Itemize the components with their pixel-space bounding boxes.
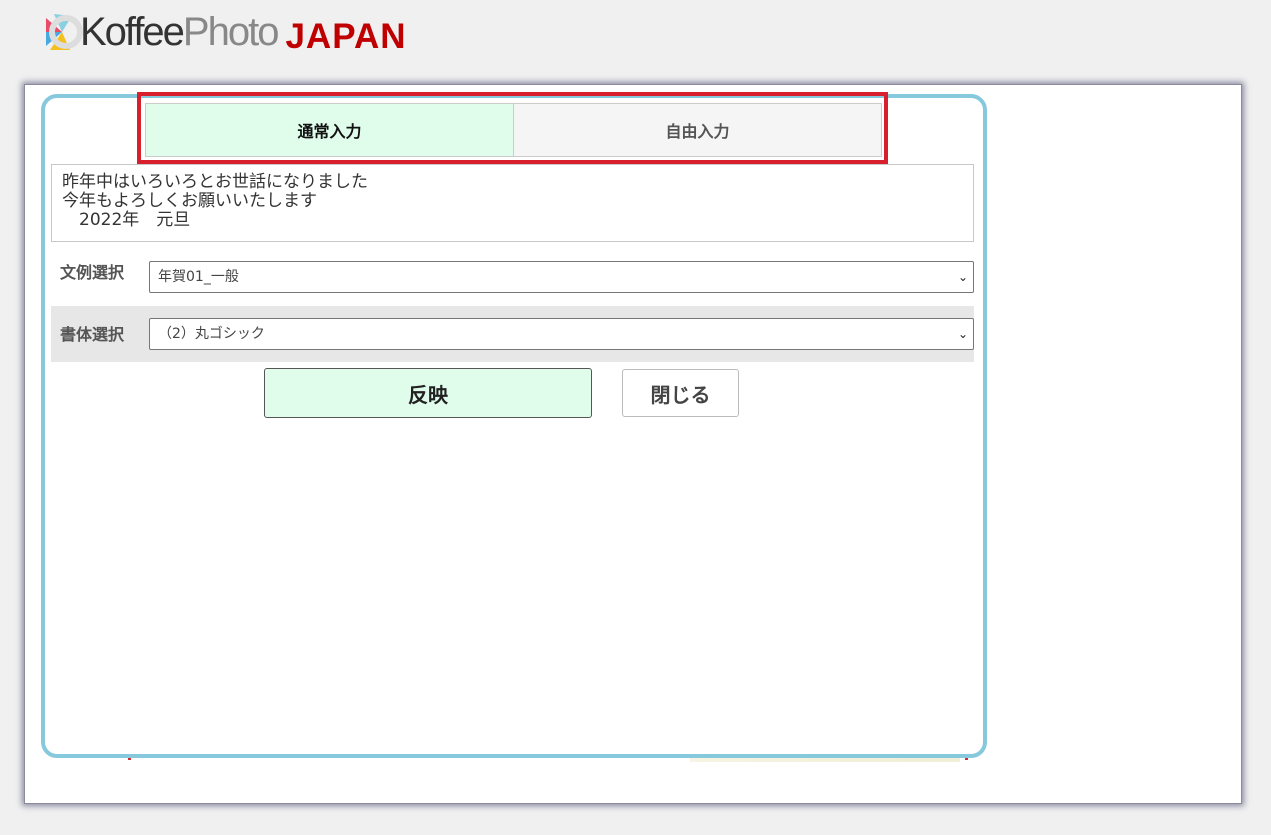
tab-free-input[interactable]: 自由入力 bbox=[513, 103, 882, 157]
chevron-down-icon: ⌄ bbox=[957, 270, 968, 284]
font-select-value: （2）丸ゴシック bbox=[158, 326, 265, 342]
logo-wordmark: KoffeePhoto bbox=[80, 9, 279, 54]
font-select-row: 書体選択 （2）丸ゴシック ⌄ bbox=[51, 306, 974, 362]
tab-normal-input[interactable]: 通常入力 bbox=[145, 103, 514, 157]
apply-button[interactable]: 反映 bbox=[264, 368, 592, 418]
template-select-row: 文例選択 年賀01_一般 ⌄ bbox=[51, 256, 974, 312]
close-button[interactable]: 閉じる bbox=[622, 369, 739, 417]
message-textarea[interactable]: 昨年中はいろいろとお世話になりました 今年もよろしくお願いいたします 2022年… bbox=[51, 164, 974, 242]
logo-region: JAPAN bbox=[285, 17, 407, 56]
template-select[interactable]: 年賀01_一般 ⌄ bbox=[149, 261, 974, 293]
template-select-value: 年賀01_一般 bbox=[158, 269, 239, 285]
chevron-down-icon: ⌄ bbox=[957, 327, 968, 341]
site-logo[interactable]: KoffeePhoto JAPAN bbox=[40, 4, 407, 60]
font-select[interactable]: （2）丸ゴシック ⌄ bbox=[149, 318, 974, 350]
koffeephoto-logo-mark-icon bbox=[46, 14, 83, 50]
font-select-label: 書体選択 bbox=[60, 325, 125, 344]
template-select-label: 文例選択 bbox=[60, 263, 125, 282]
